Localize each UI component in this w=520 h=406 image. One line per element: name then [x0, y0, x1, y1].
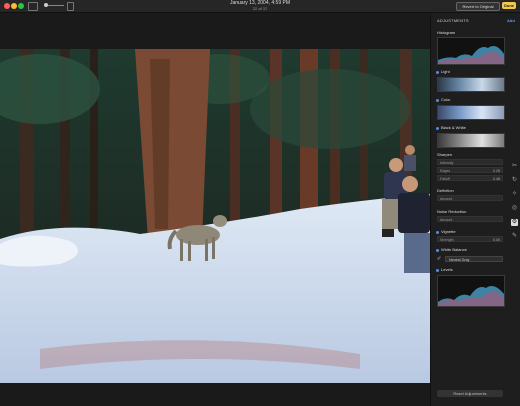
light-label[interactable]: Light	[441, 69, 450, 74]
rotate-tool-icon[interactable]: ↻	[511, 177, 518, 184]
sharpen-edges-label: Edges	[440, 169, 451, 173]
sharpen-intensity-slider[interactable]: Intensity	[437, 159, 503, 165]
photo-image[interactable]	[0, 49, 430, 383]
title-bar: January 13, 2004, 4:59 PM 22 of 37 Rever…	[0, 0, 520, 13]
sharpen-intensity-label: Intensity	[440, 161, 454, 165]
reset-adjustments-button[interactable]: Reset Adjustments	[437, 390, 503, 397]
retouch-tool-icon[interactable]: ✎	[511, 233, 518, 240]
sharpen-label[interactable]: Sharpen	[437, 152, 452, 157]
noise-amount-label: Amount	[440, 218, 453, 222]
add-adjustment-button[interactable]: Add	[507, 18, 515, 23]
light-enabled-icon[interactable]	[436, 71, 439, 74]
vignette-strength-label: Strength	[440, 238, 454, 242]
noise-reduction-label[interactable]: Noise Reduction	[437, 209, 466, 214]
adjustments-panel: ADJUSTMENTS Add Histogram Light Color Bl…	[430, 13, 520, 406]
bw-thumbnail-strip[interactable]	[437, 133, 505, 148]
definition-amount-slider[interactable]: Amount	[437, 195, 503, 201]
black-white-label[interactable]: Black & White	[441, 125, 466, 130]
definition-label[interactable]: Definition	[437, 188, 454, 193]
crop-tool-icon[interactable]: ✂	[511, 163, 518, 170]
noise-amount-slider[interactable]: Amount	[437, 216, 503, 222]
white-balance-select[interactable]: Neutral Gray	[445, 256, 503, 262]
vignette-strength-value: 0.00	[493, 238, 500, 242]
sharpen-edges-slider[interactable]: Edges 0.25	[437, 167, 503, 173]
enhance-tool-icon[interactable]: ✧	[511, 191, 518, 198]
color-enabled-icon[interactable]	[436, 99, 439, 102]
histogram-label[interactable]: Histogram	[437, 30, 455, 35]
color-thumbnail-strip[interactable]	[437, 105, 505, 120]
sharpen-edges-value: 0.25	[493, 169, 500, 173]
white-balance-label[interactable]: White Balance	[441, 247, 467, 252]
white-balance-enabled-icon[interactable]	[436, 249, 439, 252]
revert-to-original-button[interactable]: Revert to Original	[456, 2, 500, 11]
light-thumbnail-strip[interactable]	[437, 77, 505, 92]
sharpen-falloff-label: Falloff	[440, 177, 450, 181]
vignette-enabled-icon[interactable]	[436, 231, 439, 234]
vignette-strength-slider[interactable]: Strength 0.00	[437, 236, 503, 242]
eyedropper-icon[interactable]: ✐	[437, 256, 443, 262]
histogram-graph	[437, 37, 505, 65]
photo-canvas	[0, 13, 430, 406]
window-subtitle: 22 of 37	[252, 6, 268, 11]
levels-enabled-icon[interactable]	[436, 269, 439, 272]
filters-tool-icon[interactable]: ◎	[511, 205, 518, 212]
sharpen-falloff-value: 0.48	[493, 177, 500, 181]
color-label[interactable]: Color	[441, 97, 451, 102]
photo-illustration	[0, 49, 430, 383]
sharpen-falloff-slider[interactable]: Falloff 0.48	[437, 175, 503, 181]
done-button[interactable]: Done	[502, 2, 516, 9]
adjust-tool-icon[interactable]: ⚙	[511, 219, 518, 226]
levels-label[interactable]: Levels	[441, 267, 453, 272]
definition-amount-label: Amount	[440, 197, 453, 201]
levels-graph[interactable]	[437, 275, 505, 307]
panel-title: ADJUSTMENTS	[437, 18, 469, 23]
bw-enabled-icon[interactable]	[436, 127, 439, 130]
vignette-label[interactable]: Vignette	[441, 229, 456, 234]
